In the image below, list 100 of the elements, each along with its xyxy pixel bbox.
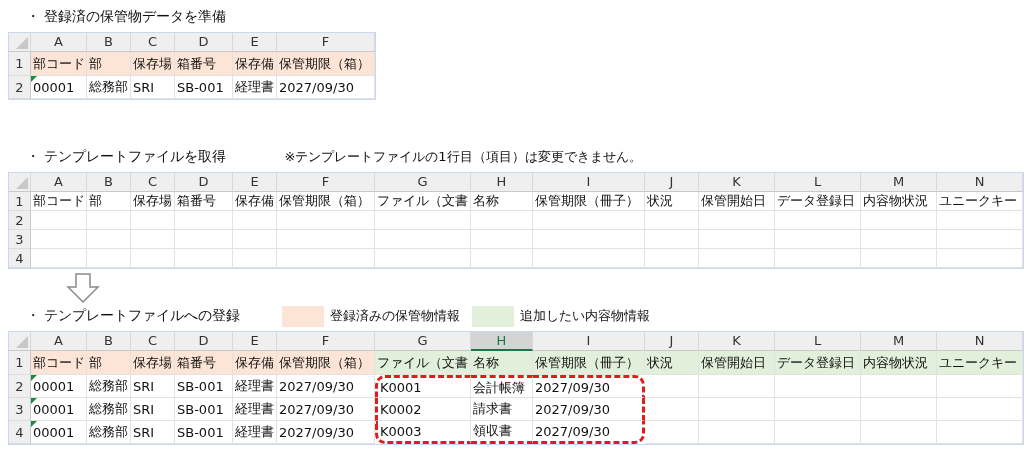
empty-cell xyxy=(233,249,277,268)
table-cell: 部 xyxy=(87,192,131,211)
column-header[interactable]: C xyxy=(131,332,175,351)
column-header[interactable]: K xyxy=(699,332,775,351)
column-header[interactable]: N xyxy=(937,332,1023,351)
table-cell: K0002 xyxy=(375,398,471,421)
column-header[interactable]: E xyxy=(233,173,277,192)
column-header[interactable]: H xyxy=(471,332,533,351)
table-cell: 保管期限（冊子） xyxy=(533,351,645,375)
table-cell: SRI xyxy=(131,76,175,99)
empty-cell xyxy=(131,211,175,230)
table-cell: ユニークキー xyxy=(937,192,1023,211)
empty-cell xyxy=(131,230,175,249)
table-cell: 箱番号 xyxy=(175,351,233,375)
column-header[interactable]: D xyxy=(175,173,233,192)
column-header[interactable]: M xyxy=(861,173,937,192)
column-header[interactable]: A xyxy=(31,332,87,351)
column-header[interactable]: D xyxy=(175,332,233,351)
empty-cell xyxy=(471,211,533,230)
table-cell: 経理書 xyxy=(233,398,277,421)
column-header[interactable]: N xyxy=(937,173,1023,192)
table-cell: 領収書 xyxy=(471,421,533,444)
table-cell: ファイル（文書 xyxy=(375,192,471,211)
section-title: ・ テンプレートファイルを取得 xyxy=(26,148,227,166)
select-all-icon[interactable] xyxy=(16,37,28,49)
column-header[interactable]: I xyxy=(533,332,645,351)
table-cell: 保管期限（箱） xyxy=(277,351,375,375)
column-header[interactable]: K xyxy=(699,173,775,192)
row-header[interactable]: 4 xyxy=(9,249,31,268)
column-header[interactable]: B xyxy=(87,173,131,192)
table-cell: 保存備 xyxy=(233,192,277,211)
row-header[interactable]: 1 xyxy=(9,351,31,375)
table-cell: 部 xyxy=(87,52,131,76)
table-cell: 保管期限（箱） xyxy=(277,192,375,211)
row-header[interactable]: 3 xyxy=(9,398,31,421)
empty-cell xyxy=(233,211,277,230)
row-header[interactable]: 2 xyxy=(9,211,31,230)
column-header[interactable]: L xyxy=(775,173,861,192)
column-header[interactable]: E xyxy=(233,332,277,351)
table-cell: 内容物状況 xyxy=(861,351,937,375)
table-cell: 部コード xyxy=(31,52,87,76)
empty-cell xyxy=(87,249,131,268)
table-cell: 箱番号 xyxy=(175,192,233,211)
column-header[interactable]: G xyxy=(375,332,471,351)
column-header[interactable]: D xyxy=(175,33,233,52)
table-cell: 部 xyxy=(87,351,131,375)
column-header[interactable]: H xyxy=(471,173,533,192)
table-cell: 保存備 xyxy=(233,351,277,375)
column-header[interactable]: I xyxy=(533,173,645,192)
column-header[interactable]: J xyxy=(645,173,699,192)
table-cell: ファイル（文書 xyxy=(375,351,471,375)
table-cell: 状況 xyxy=(645,192,699,211)
column-header[interactable]: J xyxy=(645,332,699,351)
table-cell: 2027/09/30 xyxy=(533,421,645,444)
table-cell: 2027/09/30 xyxy=(277,375,375,398)
table-cell: 名称 xyxy=(471,351,533,375)
table-cell: 保管期限（箱） xyxy=(277,52,375,76)
empty-cell xyxy=(233,230,277,249)
table-cell: 保管期限（冊子） xyxy=(533,192,645,211)
row-header[interactable]: 4 xyxy=(9,421,31,444)
section-title: ・ 登録済の保管物データを準備 xyxy=(26,8,227,26)
column-header[interactable]: B xyxy=(87,33,131,52)
empty-cell xyxy=(87,230,131,249)
table-cell: 状況 xyxy=(645,351,699,375)
column-header[interactable]: L xyxy=(775,332,861,351)
note-text: ※テンプレートファイルの1行目（項目）は変更できません。 xyxy=(284,148,642,166)
column-header[interactable]: F xyxy=(277,33,375,52)
table-cell: 保存備 xyxy=(233,52,277,76)
row-header[interactable]: 1 xyxy=(9,192,31,211)
table-cell: K0003 xyxy=(375,421,471,444)
column-header[interactable]: C xyxy=(131,173,175,192)
row-header[interactable]: 2 xyxy=(9,76,31,99)
column-header[interactable]: F xyxy=(277,332,375,351)
empty-cell xyxy=(471,249,533,268)
column-header[interactable]: C xyxy=(131,33,175,52)
table-cell: 経理書 xyxy=(233,421,277,444)
empty-cell xyxy=(175,211,233,230)
column-header[interactable]: A xyxy=(31,33,87,52)
table-cell: 部コード xyxy=(31,351,87,375)
column-header[interactable]: F xyxy=(277,173,375,192)
section-title: ・ テンプレートファイルへの登録 xyxy=(26,307,241,325)
select-all-icon[interactable] xyxy=(16,336,28,348)
table-cell: ユニークキー xyxy=(937,351,1023,375)
column-header[interactable]: M xyxy=(861,332,937,351)
row-header[interactable]: 1 xyxy=(9,52,31,76)
row-header[interactable]: 2 xyxy=(9,375,31,398)
column-header[interactable]: G xyxy=(375,173,471,192)
row-header[interactable]: 3 xyxy=(9,230,31,249)
column-header[interactable]: E xyxy=(233,33,277,52)
column-header[interactable]: A xyxy=(31,173,87,192)
empty-cell xyxy=(645,249,699,268)
table-cell: 00001 xyxy=(31,398,87,421)
table-cell: SB-001 xyxy=(175,398,233,421)
table-cell: 保管開始日 xyxy=(699,192,775,211)
table-cell: 総務部 xyxy=(87,76,131,99)
column-header[interactable]: B xyxy=(87,332,131,351)
table-cell: 00001 xyxy=(31,375,87,398)
table-cell: 保存場 xyxy=(131,52,175,76)
select-all-icon[interactable] xyxy=(16,177,28,189)
empty-cell xyxy=(645,211,699,230)
